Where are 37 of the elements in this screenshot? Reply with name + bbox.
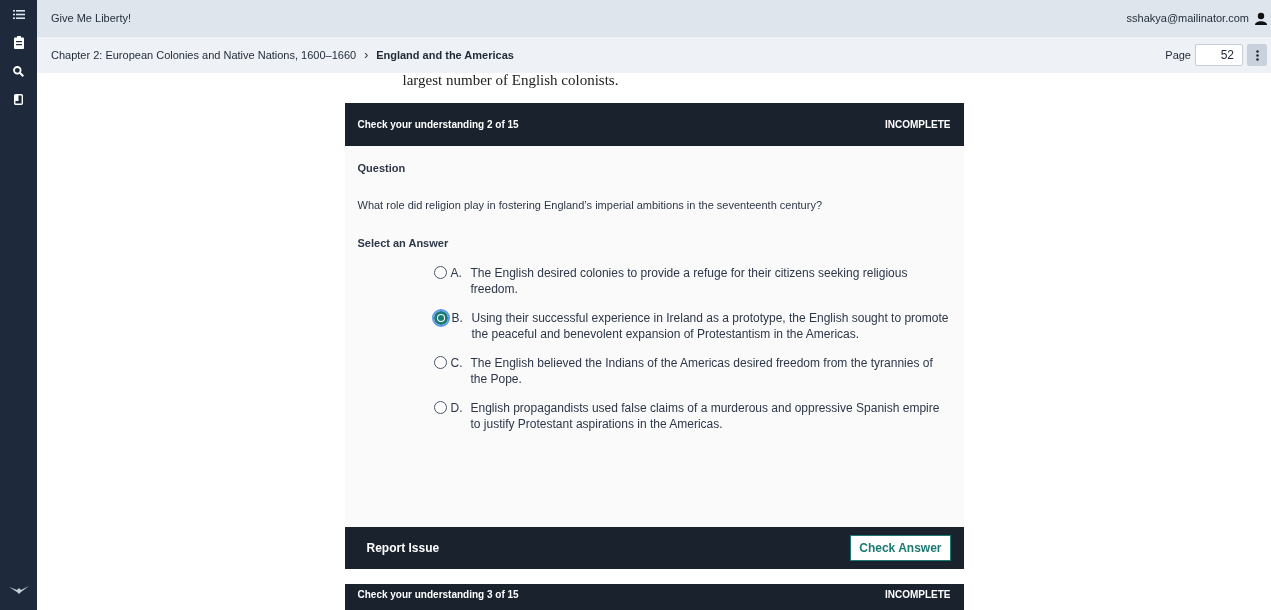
bird-logo-icon xyxy=(8,586,29,594)
answer-heading: Select an Answer xyxy=(357,236,450,251)
option-letter: D. xyxy=(450,399,464,416)
more-icon xyxy=(1255,49,1259,61)
more-options-button[interactable] xyxy=(1247,44,1267,66)
breadcrumb-link[interactable]: Chapter 2: European Colonies and Native Nations, 1600–1660 xyxy=(51,46,357,64)
radio-button[interactable] xyxy=(433,310,448,325)
option-letter: A. xyxy=(450,264,463,281)
user-email[interactable]: sshakya@mailinator.com xyxy=(1126,10,1249,27)
breadcrumb-separator: › xyxy=(364,47,369,64)
radio-button[interactable] xyxy=(433,355,447,369)
search-icon[interactable] xyxy=(13,66,24,77)
check-answer-button[interactable]: Check Answer xyxy=(850,535,951,561)
quiz-title: Check your understanding 3 of 15 xyxy=(357,588,519,602)
quiz-title: Check your understanding 2 of 15 xyxy=(357,118,519,132)
option-letter: C. xyxy=(450,354,464,371)
page-input[interactable]: 52 xyxy=(1195,44,1243,66)
book-title: Give Me Liberty! xyxy=(51,11,132,27)
reading-text: largest number of English colonists. xyxy=(401,73,620,88)
breadcrumb-current[interactable]: England and the Americas xyxy=(376,46,514,64)
option-text[interactable]: English propagandists used false claims of a murderous and oppressive Spanish empire to justify Protestant aspirations in the Americas. xyxy=(470,399,949,432)
option-letter: B. xyxy=(451,309,464,326)
list-icon[interactable] xyxy=(12,10,25,19)
page-label: Page xyxy=(1165,47,1191,63)
book-icon[interactable] xyxy=(14,94,23,105)
radio-button[interactable] xyxy=(433,400,447,414)
report-issue-button[interactable]: Report Issue xyxy=(366,539,440,557)
clipboard-icon[interactable] xyxy=(13,36,24,49)
user-icon[interactable] xyxy=(1255,12,1267,25)
question-text: What role did religion play in fostering England’s imperial ambitions in the seventeenth century? xyxy=(357,197,823,213)
radio-button[interactable] xyxy=(433,265,447,279)
quiz-status: INCOMPLETE xyxy=(884,118,951,132)
option-text[interactable]: The English believed the Indians of the Americas desired freedom from the tyrannies of the Pope. xyxy=(470,354,949,387)
quiz-status: INCOMPLETE xyxy=(884,588,951,602)
option-text[interactable]: The English desired colonies to provide a refuge for their citizens seeking religious freedom. xyxy=(470,264,949,297)
question-heading: Question xyxy=(357,161,407,176)
option-text[interactable]: Using their successful experience in Ireland as a prototype, the English sought to promote the peaceful and benevolent expansion of Protestantism in the Americas. xyxy=(471,309,950,342)
